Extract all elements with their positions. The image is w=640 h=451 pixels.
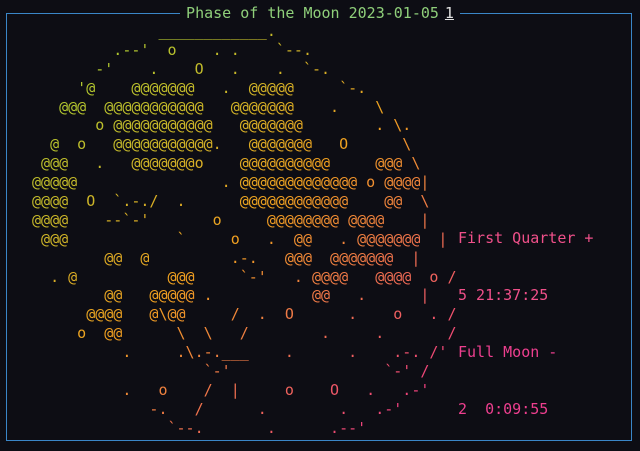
full-moon-value: 2 0:09:55 [458,400,549,418]
moon-art-line: `--. . .--' [167,418,367,437]
moon-art-line: @@ @@@@@ . @@ . | [104,286,430,305]
moon-phase-info: First Quarter + 5 21:37:25 Full Moon - 2… [458,191,593,451]
moon-ascii-art: ____________. .--' o . . `--. -' . O . .… [32,22,456,438]
moon-art-line: o @@@@@@@@@@@ @@@@@@@ . \. [95,116,412,135]
moon-art-line: .--' o . . `--. [113,40,312,59]
moon-art-line: -. / . . .-' [149,399,403,418]
first-quarter-value: 5 21:37:25 [458,286,549,304]
first-quarter-label: First Quarter + [458,229,594,247]
panel-index[interactable]: 1 [445,4,454,22]
moon-art-line: @ o @@@@@@@@@@@. @@@@@@@ O \ [50,135,412,154]
moon-art-line: ____________. [158,22,276,40]
moon-art-line: . @ @@@ `-' . @@@@ @@@@ o / [50,267,457,286]
moon-art-line: `-' `-' / [203,362,430,381]
panel-title-text: Phase of the Moon 2023-01-05 [186,4,439,22]
panel-title: Phase of the Moon 2023-01-05 1 [180,4,460,22]
full-moon-label: Full Moon - [458,343,558,361]
moon-art-line: @@@@ --`-' o @@@@@@@@ @@@@ | [32,210,430,229]
moon-art-line: @@@ . @@@@@@@o @@@@@@@@@@ @@@ \ [41,154,421,173]
moon-art-line: @@@ @@@@@@@@@@@ @@@@@@@ . \ [59,97,385,116]
moon-art-line: @@@@ @\@@ / . O . o . / [86,305,457,324]
panel-title-bar: Phase of the Moon 2023-01-05 1 [0,4,640,22]
moon-art-line: @@ @ .-. @@@ @@@@@@@ | [104,248,421,267]
terminal-screen: Phase of the Moon 2023-01-05 1 __________… [0,0,640,451]
moon-art-line: @@@@@ . @@@@@@@@@@@@@ o @@@@| [32,173,430,192]
moon-art-line: . .\.-.___ . . .-. /' [122,343,448,362]
moon-art-line: -' . O . . `-. [95,59,331,78]
moon-art-line: o @@ \ \ / . . / [77,324,457,343]
moon-art-line: @@@ ` o . @@ . @@@@@@@ | [41,229,448,248]
moon-art-line: . o / | o O . .-' [122,380,430,399]
moon-art-line: '@ @@@@@@@ . @@@@@ `-. [77,78,367,97]
moon-art-line: @@@@ O `.-./ . @@@@@@@@@@@@ @@ \ [32,192,430,211]
